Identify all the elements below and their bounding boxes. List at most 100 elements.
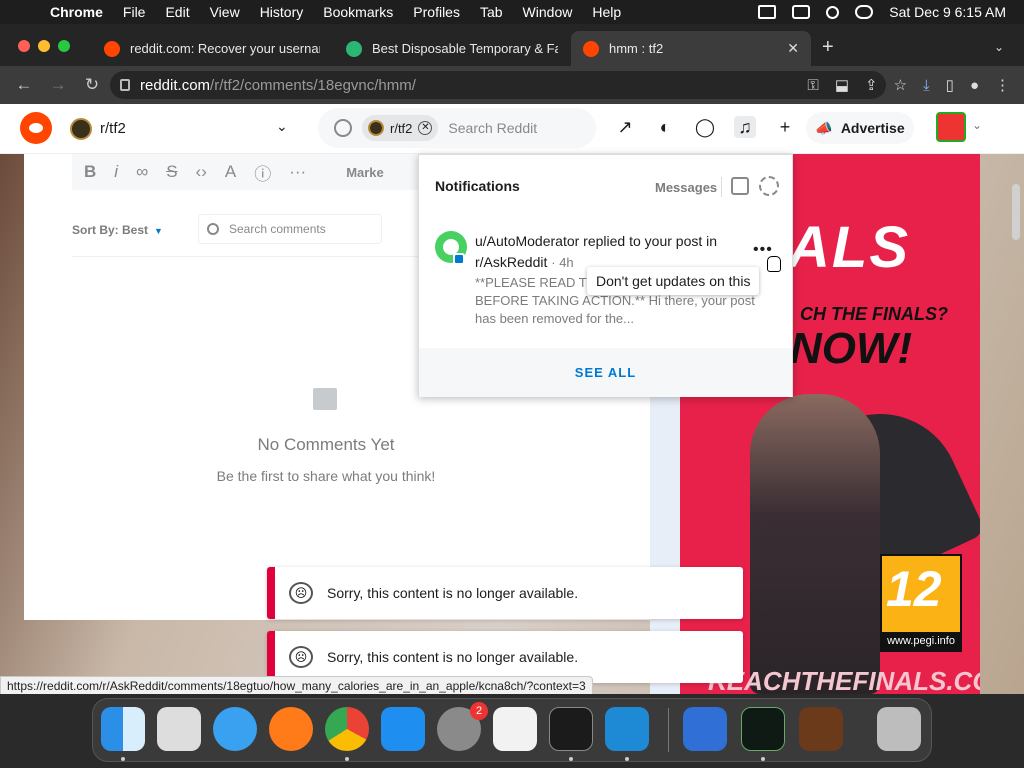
vscode-icon[interactable] [605,707,649,751]
menu-history[interactable]: History [260,4,304,20]
download-icon[interactable]: ⤓ [923,77,930,94]
chevron-down-icon[interactable]: ⌄ [972,118,982,132]
subreddit-dropdown-label[interactable]: r/tf2 [100,120,126,137]
reddit-header: r/tf2 ⌄ r/tf2 ✕ Search Reddit ↗ ◐ ◯ ♫ + … [0,104,1024,154]
sad-face-icon: ☹ [289,582,313,604]
strikethrough-icon[interactable]: S [166,162,177,182]
ad-character-image [750,394,880,694]
back-arrow-icon[interactable]: ← [14,75,34,95]
clear-chip-icon[interactable]: ✕ [418,121,433,135]
user-avatar[interactable] [936,112,966,142]
tab-search-chevron-icon[interactable]: ⌄ [994,40,1004,54]
finder-icon[interactable] [101,707,145,751]
garageband-icon[interactable] [799,707,843,751]
zoom-window-button[interactable] [58,40,70,52]
mark-all-read-icon[interactable] [731,177,749,195]
gear-icon[interactable] [759,176,779,196]
menu-window[interactable]: Window [523,4,573,20]
advertise-label: Advertise [840,120,905,136]
install-icon[interactable]: ⬓ [835,76,849,94]
menu-bookmarks[interactable]: Bookmarks [323,4,393,20]
spotlight-icon[interactable] [826,5,840,19]
chip-label: r/tf2 [390,120,413,136]
error-toast[interactable]: ☹ Sorry, this content is no longer avail… [267,567,743,619]
dock-separator [668,708,669,752]
messages-link[interactable]: Messages [655,180,717,195]
more-options-icon[interactable]: ··· [289,162,306,182]
search-scope-chip[interactable]: r/tf2 ✕ [362,115,439,141]
window-controls [18,40,70,52]
menu-tab[interactable]: Tab [480,4,503,20]
pegi-rating-badge: 12 www.pegi.info [880,554,962,652]
share-icon[interactable]: ⇪ [865,76,878,94]
see-all-button[interactable]: SEE ALL [419,348,792,397]
menu-profiles[interactable]: Profiles [413,4,460,20]
tab-reddit-recover[interactable]: reddit.com: Recover your username [92,31,332,66]
menu-view[interactable]: View [210,4,240,20]
tab-hmm-tf2[interactable]: hmm : tf2 ✕ [571,31,811,66]
running-indicator [761,757,765,761]
minimize-window-button[interactable] [38,40,50,52]
page-scrollbar[interactable] [1012,184,1020,240]
popular-icon[interactable]: ↗ [614,116,636,138]
side-panel-icon[interactable]: ▯ [946,76,954,94]
link-icon[interactable]: ∞ [136,162,148,182]
close-tab-icon[interactable]: ✕ [787,40,799,57]
search-placeholder[interactable]: Search Reddit [448,120,537,136]
bold-icon[interactable]: B [84,162,96,182]
italic-icon[interactable]: i [114,162,118,182]
coins-icon[interactable]: ◐ [654,116,676,138]
menu-datetime[interactable]: Sat Dec 9 6:15 AM [889,4,1006,20]
ad-headline: ALS [788,215,910,280]
subreddit-icon [368,120,384,136]
reload-icon[interactable]: ↻ [82,75,102,95]
toast-message: Sorry, this content is no longer availab… [327,649,579,665]
toast-message: Sorry, this content is no longer availab… [327,585,579,601]
bookmark-star-icon[interactable]: ☆ [894,76,907,94]
markdown-mode-button[interactable]: Marke [346,165,384,180]
app-store-icon[interactable] [381,707,425,751]
menu-file[interactable]: File [123,4,146,20]
subreddit-icon[interactable] [70,118,92,140]
chrome-menu-icon[interactable]: ⋮ [995,76,1010,94]
screen-mirroring-icon[interactable] [758,5,777,19]
safari-icon[interactable] [213,707,257,751]
search-comments-input[interactable]: Search comments [198,214,382,244]
key-icon[interactable]: ⚿ [807,77,818,94]
profile-icon[interactable]: ● [970,77,979,94]
tab-disposable-email[interactable]: Best Disposable Temporary & Fake [334,31,570,66]
divider [721,177,722,197]
sort-comments-dropdown[interactable]: Sort By: Best ▼ [72,223,163,237]
close-window-button[interactable] [18,40,30,52]
notifications-bell-icon[interactable]: ♫ [734,116,756,138]
firefox-icon[interactable] [269,707,313,751]
terminal-icon[interactable] [549,707,593,751]
menu-edit[interactable]: Edit [165,4,189,20]
new-tab-button[interactable]: + [822,36,834,59]
create-post-plus-icon[interactable]: + [774,116,796,138]
window-icon[interactable] [792,5,811,19]
control-center-icon[interactable] [855,5,874,19]
spoiler-icon[interactable]: ⓘ [254,160,271,185]
advertise-button[interactable]: 📣 Advertise [806,112,914,144]
address-bar[interactable]: reddit.com/r/tf2/comments/18egvnc/hmm/ [110,71,886,99]
chevron-down-icon[interactable]: ⌄ [276,118,288,135]
running-indicator [121,757,125,761]
trash-icon[interactable] [877,707,921,751]
notification-badge: 2 [470,702,488,720]
menu-app-name[interactable]: Chrome [50,4,103,20]
launchpad-icon[interactable] [157,707,201,751]
chrome-icon[interactable] [325,707,369,751]
forward-arrow-icon[interactable]: → [48,75,68,95]
menu-help[interactable]: Help [592,4,621,20]
reddit-logo-icon[interactable] [20,112,52,144]
notification-text: u/AutoModerator replied to your post in … [475,233,718,270]
lock-icon[interactable] [120,79,130,91]
chat-icon[interactable]: ◯ [694,116,716,138]
activity-monitor-icon[interactable] [741,707,785,751]
superscript-icon[interactable]: A [225,162,236,182]
remote-desktop-icon[interactable] [683,707,727,751]
reddit-search-bar[interactable]: r/tf2 ✕ Search Reddit [318,108,596,148]
inline-code-icon[interactable]: ‹› [196,162,207,182]
textedit-icon[interactable] [493,707,537,751]
